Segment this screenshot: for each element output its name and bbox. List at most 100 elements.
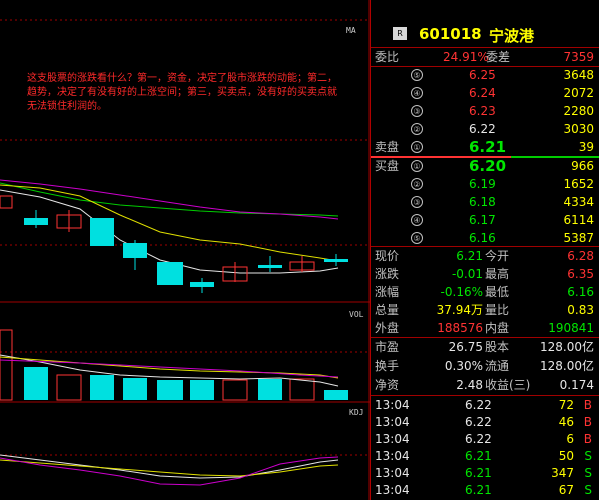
buy-order-row[interactable]: ③ 6.18 4334 (371, 193, 599, 211)
fundamental-value: 0.174 (559, 378, 594, 392)
volume-bar (190, 380, 214, 400)
kdj-label: KDJ (349, 408, 364, 417)
stock-name: 宁波港 (489, 27, 535, 45)
ma30-line (0, 182, 339, 217)
volume-bars (0, 329, 348, 401)
fundamental-row: 净资 2.48 收益(三) 0.174 (371, 376, 599, 394)
buy-volume: 4334 (563, 195, 594, 209)
sell-price: 6.21 (469, 138, 507, 156)
tick-row[interactable]: 13:04 6.22 72 B (371, 397, 599, 414)
tick-row[interactable]: 13:04 6.21 67 S (371, 482, 599, 499)
level-badge: ① (411, 141, 423, 153)
buy-volume: 5387 (563, 231, 594, 245)
vol-ma20-line (0, 359, 339, 378)
fundamental-row: 换手 0.30% 流通 128.00亿 (371, 357, 599, 375)
volume-bar (56, 374, 82, 401)
quote-value: -0.16% (440, 285, 483, 299)
tick-volume: 67 (558, 483, 574, 497)
fundamental-label: 收益(三) (485, 378, 531, 392)
tick-time: 13:04 (375, 398, 410, 412)
level-badge: ① (411, 160, 423, 172)
quote-value: 37.94万 (436, 303, 483, 317)
volume-bar (0, 329, 13, 401)
level-badge: ③ (411, 105, 423, 117)
tick-row[interactable]: 13:04 6.22 46 B (371, 414, 599, 431)
tick-time: 13:04 (375, 415, 410, 429)
tick-time: 13:04 (375, 432, 410, 446)
tick-time: 13:04 (375, 483, 410, 497)
stock-code: 601018 (419, 25, 482, 43)
volume-bar (90, 375, 114, 400)
quote-value: 0.83 (567, 303, 594, 317)
r-badge[interactable]: R (393, 27, 407, 40)
level-badge: ② (411, 123, 423, 135)
tick-volume: 46 (558, 415, 574, 429)
tick-time: 13:04 (375, 466, 410, 480)
volume-bar (222, 379, 248, 401)
quote-value: 190841 (548, 321, 594, 335)
quote-label: 最低 (485, 285, 510, 299)
level-badge: ③ (411, 196, 423, 208)
quote-row: 涨跌 -0.01 最高 6.35 (371, 265, 599, 283)
ma20-line (0, 179, 339, 220)
buy-price: 6.20 (469, 157, 507, 175)
quote-value: 6.21 (456, 249, 483, 263)
sell-price: 6.24 (469, 86, 496, 100)
quote-label: 现价 (375, 249, 400, 263)
fundamental-value: 26.75 (448, 340, 483, 354)
candle (123, 243, 147, 258)
tick-row[interactable]: 13:04 6.22 6 B (371, 431, 599, 448)
buy-order-row[interactable]: ② 6.19 1652 (371, 175, 599, 193)
sell-order-row[interactable]: ⑤ 6.25 3648 (371, 66, 599, 84)
candle (0, 195, 13, 209)
tick-price: 6.21 (465, 449, 492, 463)
divider (371, 395, 599, 396)
tick-price: 6.22 (465, 432, 492, 446)
sell-order-row[interactable]: ③ 6.23 2280 (371, 102, 599, 120)
fundamental-row: 市盈 26.75 股本 128.00亿 (371, 338, 599, 356)
level-badge: ④ (411, 214, 423, 226)
volume-bar (324, 390, 348, 400)
sell-order-row[interactable]: ④ 6.24 2072 (371, 84, 599, 102)
quote-row: 现价 6.21 今开 6.28 (371, 247, 599, 265)
tick-time: 13:04 (375, 449, 410, 463)
fundamental-label: 换手 (375, 359, 400, 373)
order-stats-row: 委比 24.91% 委差 7359 (371, 48, 599, 66)
tick-side: S (584, 449, 592, 463)
buy-price: 6.16 (469, 231, 496, 245)
sell-order-row[interactable]: 卖盘 ① 6.21 39 (371, 138, 599, 156)
ma-label: MA (346, 26, 356, 35)
tick-side: B (583, 415, 592, 429)
tick-volume: 6 (566, 432, 574, 446)
buy-order-row[interactable]: 买盘 ① 6.20 966 (371, 157, 599, 175)
tick-row[interactable]: 13:04 6.21 50 S (371, 448, 599, 465)
sell-label: 卖盘 (375, 140, 400, 154)
buy-price: 6.19 (469, 177, 496, 191)
buy-order-row[interactable]: ⑤ 6.16 5387 (371, 229, 599, 247)
tick-volume: 347 (551, 466, 574, 480)
candle (90, 218, 114, 246)
sell-order-row[interactable]: ② 6.22 3030 (371, 120, 599, 138)
fundamental-value: 0.30% (444, 359, 483, 373)
buy-label: 买盘 (375, 159, 400, 173)
tick-volume: 72 (558, 398, 574, 412)
tick-side: B (583, 432, 592, 446)
quote-label: 内盘 (485, 321, 510, 335)
sell-volume: 2072 (563, 86, 594, 100)
quote-panel: R 601018 宁波港 委比 24.91% 委差 7359 ⑤ 6.25 3648… (370, 0, 599, 500)
tick-row[interactable]: 13:04 6.21 347 S (371, 465, 599, 482)
fundamental-label: 流通 (485, 359, 510, 373)
candle (258, 265, 282, 268)
tick-side: B (583, 398, 592, 412)
tick-price: 6.21 (465, 483, 492, 497)
kline-chart-pane[interactable]: MA VOL KDJ 这支股票的涨跌看什么？第一，资金，决定了股市涨跌的动能；第… (0, 0, 370, 500)
quote-value: 6.28 (567, 249, 594, 263)
level-badge: ⑤ (411, 69, 423, 81)
level-badge: ⑤ (411, 232, 423, 244)
quote-row: 外盘 188576 内盘 190841 (371, 319, 599, 337)
tick-volume: 50 (558, 449, 574, 463)
weibi-label: 委比 (375, 50, 400, 64)
buy-order-row[interactable]: ④ 6.17 6114 (371, 211, 599, 229)
quote-value: -0.01 (451, 267, 483, 281)
tick-side: S (584, 466, 592, 480)
